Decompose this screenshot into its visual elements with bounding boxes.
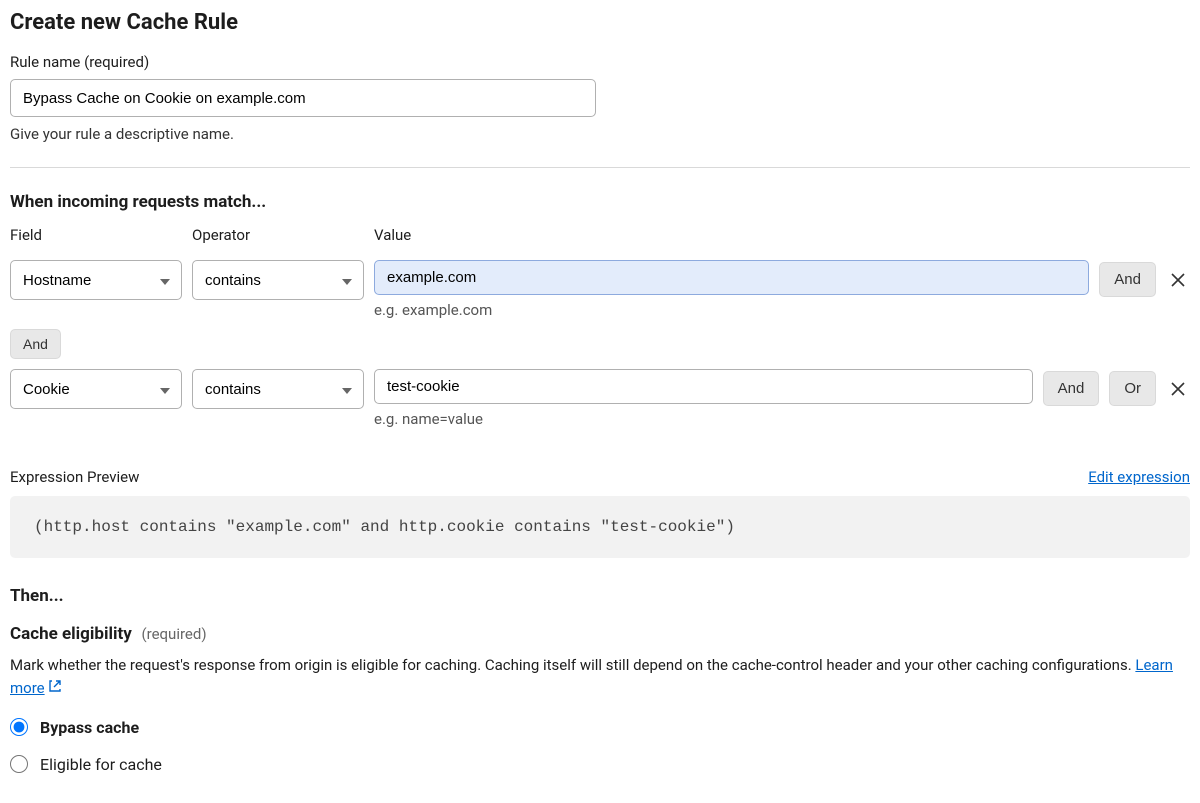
cache-eligibility-title: Cache eligibility	[10, 624, 132, 644]
edit-expression-link[interactable]: Edit expression	[1088, 468, 1190, 486]
value-input-1[interactable]	[374, 369, 1033, 404]
expression-preview-label: Expression Preview	[10, 468, 139, 486]
and-button-1[interactable]: And	[1043, 371, 1100, 406]
field-select-0[interactable]: Hostname	[10, 260, 182, 300]
eligible-cache-label[interactable]: Eligible for cache	[40, 755, 162, 774]
value-hint-1: e.g. name=value	[374, 410, 1033, 428]
value-column-header: Value	[374, 226, 1190, 244]
operator-select-1[interactable]: contains	[192, 369, 364, 409]
or-button-1[interactable]: Or	[1109, 371, 1156, 406]
connector-and-button[interactable]: And	[10, 329, 61, 359]
required-tag: (required)	[142, 625, 207, 643]
and-button-0[interactable]: And	[1099, 262, 1156, 297]
value-input-0[interactable]	[374, 260, 1089, 295]
eligible-cache-radio[interactable]	[10, 755, 28, 773]
rule-name-label: Rule name (required)	[10, 53, 1190, 71]
expression-preview-box: (http.host contains "example.com" and ht…	[10, 496, 1190, 558]
match-heading: When incoming requests match...	[10, 192, 1190, 212]
field-select-1[interactable]: Cookie	[10, 369, 182, 409]
rule-name-hint: Give your rule a descriptive name.	[10, 125, 1190, 143]
close-icon	[1170, 272, 1186, 288]
field-column-header: Field	[10, 226, 182, 244]
divider	[10, 167, 1190, 168]
operator-column-header: Operator	[192, 226, 364, 244]
rule-name-input[interactable]	[10, 79, 596, 117]
page-title: Create new Cache Rule	[10, 10, 1190, 35]
value-hint-0: e.g. example.com	[374, 301, 1089, 319]
bypass-cache-label[interactable]: Bypass cache	[40, 718, 139, 737]
operator-select-0[interactable]: contains	[192, 260, 364, 300]
external-link-icon	[48, 677, 62, 700]
remove-row-1[interactable]	[1166, 377, 1190, 401]
remove-row-0[interactable]	[1166, 268, 1190, 292]
bypass-cache-radio[interactable]	[10, 718, 28, 736]
close-icon	[1170, 381, 1186, 397]
eligibility-description: Mark whether the request's response from…	[10, 654, 1190, 700]
then-heading: Then...	[10, 586, 1190, 606]
